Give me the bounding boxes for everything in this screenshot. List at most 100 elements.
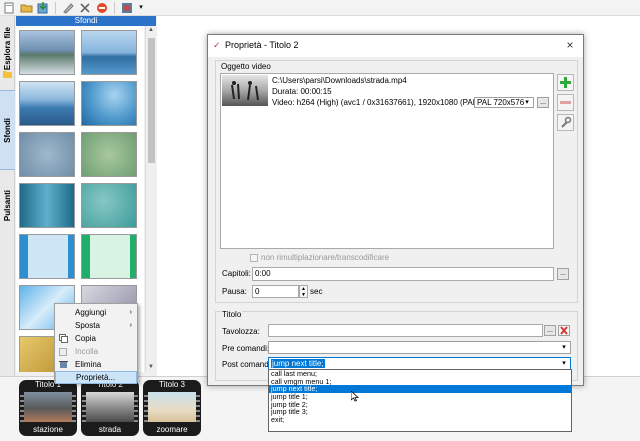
menu-item-label: Proprietà... <box>76 373 116 382</box>
tab-explorer-label: Esplora file <box>3 27 12 71</box>
chevron-down-icon: ▾ <box>562 344 566 351</box>
add-video-button[interactable] <box>557 74 574 91</box>
scrollbar-thumb[interactable] <box>148 38 155 163</box>
menu-item-paste[interactable]: Incolla <box>55 345 137 358</box>
burn-icon[interactable] <box>120 1 134 14</box>
post-commands-dropdown: call last menu; call vmgm menu 1; jump n… <box>268 369 572 432</box>
pre-commands-label: Pre comandi: <box>222 344 270 353</box>
title-card-image <box>86 392 134 422</box>
video-format-value: PAL 720x576 <box>477 98 525 107</box>
film-strip <box>196 392 200 422</box>
wrench-icon <box>561 116 572 128</box>
title-card-caption: strada <box>98 425 122 434</box>
stop-icon[interactable] <box>95 1 109 14</box>
post-commands-value: jump next title; <box>271 359 325 368</box>
video-group-label: Oggetto video <box>221 62 271 71</box>
background-thumbnail[interactable] <box>81 183 137 228</box>
title-card-image <box>24 392 72 422</box>
video-list[interactable]: C:\Users\parsi\Downloads\strada.mp4 Dura… <box>220 73 554 249</box>
pre-commands-select[interactable]: ▾ <box>268 341 571 354</box>
title-group-label: Titolo <box>221 310 243 319</box>
chevron-down-icon: ▾ <box>562 360 566 367</box>
background-thumbnail[interactable] <box>19 132 75 177</box>
panel-header: Sfondi <box>16 16 156 26</box>
menu-item-label: Aggiungi <box>75 308 107 317</box>
pause-stepper[interactable]: ▲ ▼ <box>299 285 308 298</box>
menu-item-label: Copia <box>75 334 96 343</box>
title-card-header: Titolo 3 <box>159 380 185 389</box>
mouse-pointer-icon <box>350 390 360 405</box>
pen-icon[interactable] <box>61 1 75 14</box>
settings-button[interactable] <box>557 114 574 131</box>
menu-item-move[interactable]: Sposta › <box>55 319 137 332</box>
background-thumbnail[interactable] <box>81 81 137 126</box>
title-card[interactable]: Titolo 2 strada <box>81 380 139 436</box>
menu-item-label: Incolla <box>75 347 99 356</box>
tab-backgrounds[interactable]: Sfondi <box>0 90 15 170</box>
title-card-image <box>148 392 196 422</box>
properties-dialog: ✓ Proprietà - Titolo 2 × Oggetto video C… <box>207 34 584 386</box>
menu-item-copy[interactable]: Copia <box>55 332 137 345</box>
tab-buttons-label: Pulsanti <box>3 190 12 222</box>
open-folder-icon[interactable] <box>19 1 33 14</box>
palette-button[interactable]: ... <box>544 325 556 336</box>
title-card[interactable]: Titolo 3 zoomare <box>143 380 201 436</box>
chapters-input[interactable]: 0:00 <box>252 267 554 281</box>
menu-item-add[interactable]: Aggiungi › <box>55 306 137 319</box>
menu-item-delete[interactable]: Elimina <box>55 358 137 371</box>
video-format-select[interactable]: PAL 720x576 ▾ <box>474 97 534 108</box>
video-info: Video: h264 (High) (avc1 / 0x31637661), … <box>272 98 500 107</box>
clear-palette-button[interactable] <box>558 325 570 336</box>
tab-backgrounds-label: Sfondi <box>3 117 12 143</box>
new-file-icon[interactable] <box>2 1 16 14</box>
background-thumbnail[interactable] <box>81 30 137 75</box>
tab-buttons[interactable]: Pulsanti <box>0 176 15 236</box>
background-thumbnail[interactable] <box>19 234 75 279</box>
no-remux-checkbox[interactable] <box>250 253 258 262</box>
remove-video-button[interactable] <box>557 94 574 111</box>
add-icon <box>560 77 571 88</box>
dropdown-option-selected[interactable]: jump next title; <box>269 385 571 394</box>
background-thumbnail[interactable] <box>19 30 75 75</box>
video-duration: Durata: 00:00:15 <box>272 87 332 96</box>
title-card-caption: zoomare <box>156 425 188 434</box>
title-card-caption: stazione <box>33 425 63 434</box>
background-thumbnail[interactable] <box>19 81 75 126</box>
video-more-button[interactable]: ... <box>537 97 549 108</box>
context-menu: Aggiungi › Sposta › Copia Incolla Elimin… <box>54 303 138 384</box>
title-card[interactable]: Titolo 1 stazione <box>19 380 77 436</box>
palette-input[interactable] <box>268 324 543 337</box>
dropdown-option[interactable]: jump title 3; <box>269 408 571 416</box>
delete-icon <box>59 360 68 369</box>
dialog-titlebar[interactable]: ✓ Proprietà - Titolo 2 × <box>208 35 583 57</box>
close-button[interactable]: × <box>563 38 577 52</box>
pause-input[interactable]: 0 <box>252 285 299 298</box>
dropdown-option[interactable]: exit; <box>269 416 571 424</box>
app-logo-icon: ✓ <box>213 40 221 50</box>
scroll-up-icon[interactable]: ▲ <box>146 26 156 35</box>
main-toolbar: ▾ <box>0 0 640 16</box>
dropdown-icon[interactable]: ▾ <box>137 1 145 14</box>
post-commands-label: Post comandi: <box>222 360 273 369</box>
import-icon[interactable] <box>36 1 50 14</box>
palette-label: Tavolozza: <box>222 327 260 336</box>
background-thumbnail[interactable] <box>81 234 137 279</box>
film-strip <box>134 392 138 422</box>
no-remux-option[interactable]: non rimultiplazionare/transcodificare <box>250 253 389 262</box>
background-thumbnail[interactable] <box>81 132 137 177</box>
dropdown-option[interactable]: jump title 1; <box>269 393 571 401</box>
paste-icon <box>59 347 68 356</box>
menu-item-label: Sposta <box>75 321 100 330</box>
menu-item-properties[interactable]: Proprietà... <box>55 371 137 384</box>
chevron-down-icon: ▾ <box>525 99 529 106</box>
pause-unit: sec <box>310 287 323 296</box>
background-thumbnail[interactable] <box>19 183 75 228</box>
folder-icon <box>3 70 12 78</box>
no-remux-label: non rimultiplazionare/transcodificare <box>261 253 390 262</box>
scroll-down-icon[interactable]: ▼ <box>146 363 156 372</box>
chapters-button[interactable]: ... <box>557 268 569 280</box>
dropdown-option[interactable]: jump title 2; <box>269 401 571 409</box>
tools-icon[interactable] <box>78 1 92 14</box>
dialog-title: Proprietà - Titolo 2 <box>225 40 299 50</box>
gallery-scrollbar[interactable]: ▲ ▼ <box>145 26 156 372</box>
